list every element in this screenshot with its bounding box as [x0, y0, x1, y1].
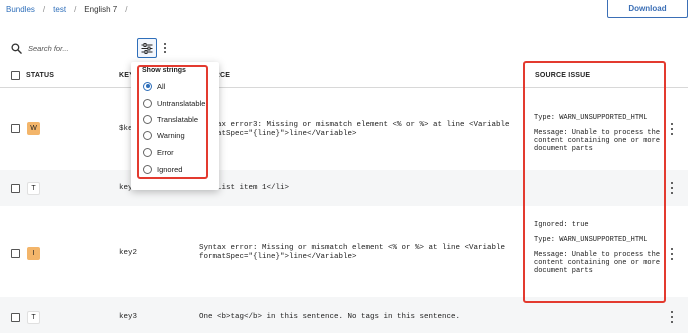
row-checkbox[interactable]	[11, 124, 20, 133]
string-key: key3	[119, 313, 138, 321]
breadcrumb-test[interactable]: test	[53, 5, 66, 14]
radio-icon[interactable]	[143, 130, 152, 140]
column-header-source-issue[interactable]: SOURCE ISSUE	[535, 72, 590, 79]
search-icon	[11, 43, 22, 54]
table-header: STATUS KEY SOURCE SOURCE ISSUE	[0, 62, 688, 88]
breadcrumb-separator: /	[74, 4, 77, 14]
table-row[interactable]: T key3 One <b>tag</b> in this sentence. …	[0, 297, 688, 333]
status-badge: I	[27, 247, 40, 260]
dropdown-title: Show strings	[142, 67, 186, 74]
option-warning[interactable]: Warning	[143, 129, 185, 141]
row-more-icon[interactable]	[669, 123, 675, 135]
source-text: Syntax error: Missing or mismatch elemen…	[199, 244, 506, 261]
option-ignored[interactable]: Ignored	[143, 163, 182, 175]
select-all-checkbox[interactable]	[11, 71, 20, 80]
download-button[interactable]: Download	[607, 0, 688, 18]
option-translatable[interactable]: Translatable	[143, 113, 198, 125]
breadcrumb-current: English 7	[84, 4, 118, 14]
search-input[interactable]	[28, 41, 128, 55]
table-row[interactable]: T key1 <li>List item 1</li>	[0, 170, 688, 206]
table-row[interactable]: W $key Syntax error3: Missing or mismatc…	[0, 89, 688, 170]
option-all[interactable]: All	[143, 80, 165, 92]
status-badge: T	[27, 182, 40, 195]
breadcrumb-separator: /	[125, 4, 128, 14]
radio-icon[interactable]	[143, 147, 152, 157]
string-key: key2	[119, 249, 138, 257]
radio-icon[interactable]	[143, 114, 152, 124]
show-strings-dropdown: Show strings All Untranslatable Translat…	[131, 62, 219, 190]
radio-icon[interactable]	[143, 164, 152, 174]
option-untranslatable[interactable]: Untranslatable	[143, 97, 205, 109]
row-more-icon[interactable]	[669, 311, 675, 323]
filter-button[interactable]	[137, 38, 157, 58]
row-checkbox[interactable]	[11, 184, 20, 193]
option-error[interactable]: Error	[143, 146, 174, 158]
breadcrumb-separator: /	[42, 4, 46, 14]
radio-checked-icon[interactable]	[143, 81, 152, 91]
row-more-icon[interactable]	[669, 182, 675, 194]
more-options-icon[interactable]	[161, 41, 169, 55]
radio-icon[interactable]	[143, 98, 152, 108]
source-issue: Ignored: true Type: WARN_UNSUPPORTED_HTM…	[534, 221, 661, 275]
column-header-status[interactable]: STATUS	[26, 72, 54, 79]
sliders-icon	[141, 42, 153, 54]
source-text: One <b>tag</b> in this sentence. No tags…	[199, 313, 461, 321]
row-checkbox[interactable]	[11, 313, 20, 322]
table-row[interactable]: I key2 Syntax error: Missing or mismatch…	[0, 206, 688, 297]
status-badge: T	[27, 311, 40, 324]
breadcrumb: Bundles / test / English 7 /	[6, 3, 135, 15]
row-more-icon[interactable]	[669, 248, 675, 260]
breadcrumb-bundles[interactable]: Bundles	[6, 5, 35, 14]
source-text: Syntax error3: Missing or mismatch eleme…	[199, 121, 510, 138]
row-checkbox[interactable]	[11, 249, 20, 258]
source-issue: Type: WARN_UNSUPPORTED_HTML Message: Una…	[534, 114, 661, 153]
status-badge: W	[27, 122, 40, 135]
